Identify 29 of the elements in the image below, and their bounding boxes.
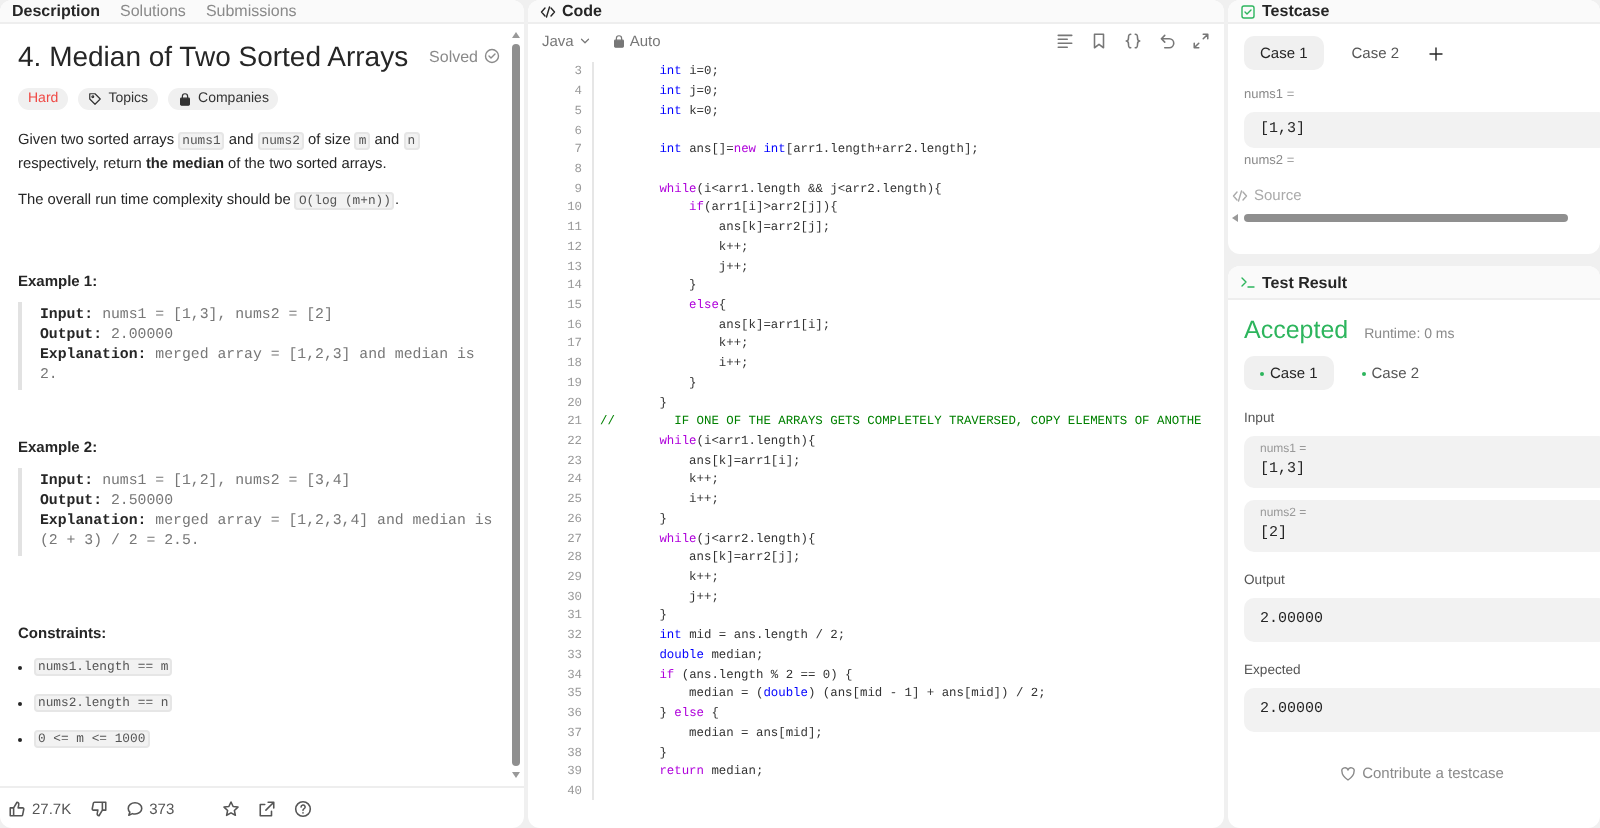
lock-icon — [178, 92, 193, 106]
comment-icon[interactable] — [125, 799, 144, 817]
expand-icon[interactable] — [1192, 32, 1210, 50]
thumbs-up-icon[interactable] — [8, 799, 26, 817]
problem-title: 4. Median of Two Sorted Arrays — [18, 40, 409, 72]
panel-tab[interactable]: Code — [540, 2, 602, 20]
code-icon — [1232, 187, 1248, 203]
chevron-down-icon — [577, 34, 592, 48]
braces-icon[interactable] — [1124, 32, 1142, 50]
panel-tab[interactable]: Test Result — [1240, 273, 1348, 291]
format-lines-icon[interactable] — [1056, 32, 1074, 50]
lock-icon — [611, 34, 626, 48]
plus-icon[interactable] — [1427, 45, 1444, 61]
heart-icon — [1340, 765, 1357, 781]
star-icon[interactable] — [222, 799, 241, 817]
bookmark-icon[interactable] — [1090, 32, 1108, 50]
terminal-icon — [1240, 274, 1256, 290]
code-icon — [540, 3, 556, 19]
panel-tab[interactable]: Testcase — [1240, 2, 1330, 20]
help-icon[interactable] — [294, 799, 313, 817]
panel-tab[interactable]: Description — [12, 2, 101, 20]
tag-icon — [88, 92, 103, 106]
verdict-text: Accepted — [1244, 316, 1349, 344]
thumbs-down-icon[interactable] — [89, 799, 108, 817]
undo-icon[interactable] — [1158, 32, 1176, 50]
solved-label: Solved — [429, 47, 478, 65]
share-icon[interactable] — [258, 799, 277, 817]
check-circle-icon — [484, 48, 500, 64]
checkbox-icon — [1240, 3, 1256, 19]
